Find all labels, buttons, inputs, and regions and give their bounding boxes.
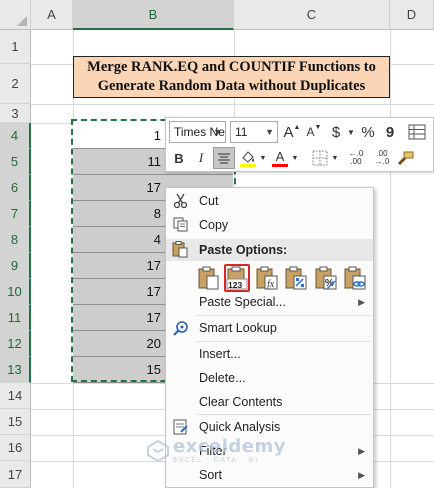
chevron-down-icon: ▼ [265, 127, 274, 137]
align-center-icon [218, 153, 230, 164]
chevron-right-icon: ▶ [358, 469, 365, 480]
paste-button[interactable] [196, 264, 222, 292]
percent-button[interactable]: % [358, 122, 378, 142]
chevron-down-icon[interactable]: ▼ [331, 149, 339, 167]
paint-bucket-icon [240, 151, 256, 167]
font-color-button[interactable]: A [270, 147, 290, 169]
menu-item-sort[interactable]: Sort ▶ [166, 463, 373, 487]
paste-transpose-button[interactable] [283, 264, 309, 292]
grow-font-button[interactable]: A ▲ [282, 122, 302, 142]
format-painter-button[interactable] [394, 147, 416, 169]
column-header-a[interactable]: A [31, 0, 73, 30]
paste-clipboard-icon [198, 266, 219, 290]
gridline [31, 104, 434, 105]
row-header-17[interactable]: 17 [0, 461, 31, 488]
font-name-dropdown[interactable]: Times Ne ▼ [169, 121, 226, 143]
paste-link-button[interactable] [342, 264, 368, 292]
column-header-d[interactable]: D [390, 0, 434, 30]
borders-icon [312, 150, 328, 166]
clipboard-icon [172, 241, 188, 261]
italic-button[interactable]: I [191, 147, 211, 169]
row-header-15[interactable]: 15 [0, 409, 31, 435]
paste-formulas-icon: fx [256, 266, 278, 290]
svg-text:fx: fx [267, 279, 275, 290]
column-header-b[interactable]: B [73, 0, 234, 30]
row-header-10[interactable]: 10 [0, 279, 31, 305]
menu-item-paste-special[interactable]: Paste Special... ▶ [166, 290, 373, 314]
align-center-button[interactable] [213, 147, 235, 169]
decrease-decimal-button[interactable]: .00 →.0 [370, 147, 394, 169]
comma-style-button[interactable]: 9 [380, 122, 400, 142]
chevron-down-icon: ▼ [213, 127, 222, 137]
paste-values-button[interactable]: 123 [224, 264, 250, 292]
fill-color-button[interactable] [238, 147, 258, 169]
chevron-down-icon[interactable]: ▼ [346, 124, 356, 140]
borders-button[interactable] [310, 147, 330, 169]
row-header-16[interactable]: 16 [0, 435, 31, 461]
bold-button[interactable]: B [169, 147, 189, 169]
scissors-icon [172, 192, 190, 210]
row-header-5[interactable]: 5 [0, 149, 31, 175]
quick-analysis-icon [172, 418, 190, 436]
paste-percent-icon: % [315, 266, 337, 290]
row-header-6[interactable]: 6 [0, 175, 31, 201]
paste-transpose-icon [285, 266, 307, 290]
row-header-8[interactable]: 8 [0, 227, 31, 253]
paste-formatting-button[interactable]: % [313, 264, 339, 292]
select-all-corner[interactable] [0, 0, 31, 30]
menu-item-insert[interactable]: Insert... [166, 342, 373, 366]
menu-item-copy[interactable]: Copy [166, 213, 373, 237]
exceldemy-watermark: exceldemy EXCEL · DATA · BI [146, 438, 286, 464]
chevron-right-icon: ▶ [358, 445, 365, 456]
format-table-icon[interactable] [406, 122, 428, 142]
column-header-c[interactable]: C [234, 0, 390, 30]
menu-item-delete[interactable]: Delete... [166, 366, 373, 390]
row-header-12[interactable]: 12 [0, 331, 31, 357]
row-header-13[interactable]: 13 [0, 357, 31, 383]
copy-icon [172, 216, 190, 234]
gridline [390, 30, 391, 488]
increase-decimal-button[interactable]: ←.0.00 [344, 147, 368, 169]
row-header-9[interactable]: 9 [0, 253, 31, 279]
font-size-dropdown[interactable]: 11 ▼ [230, 121, 278, 143]
paste-formulas-button[interactable]: fx [254, 264, 280, 292]
row-header-11[interactable]: 11 [0, 305, 31, 331]
chevron-right-icon: ▶ [358, 296, 365, 307]
row-header-1[interactable]: 1 [0, 30, 31, 64]
title-line-2: Generate Random Data without Duplicates [97, 78, 366, 94]
exceldemy-logo-icon [147, 439, 169, 463]
menu-item-clear-contents[interactable]: Clear Contents [166, 390, 373, 414]
chevron-down-icon[interactable]: ▼ [291, 149, 299, 167]
row-header-4[interactable]: 4 [0, 123, 31, 149]
row-header-3[interactable]: 3 [0, 104, 31, 123]
title-line-1: Merge RANK.EQ and COUNTIF Functions to [87, 59, 376, 75]
currency-button[interactable]: $ [326, 122, 346, 142]
menu-item-smart-lookup[interactable]: Smart Lookup [166, 316, 373, 340]
shrink-font-button[interactable]: A ▼ [304, 122, 324, 142]
paste-options-header: Paste Options: [166, 239, 373, 261]
row-header-14[interactable]: 14 [0, 383, 31, 409]
row-header-2[interactable]: 2 [0, 64, 31, 104]
row-header-7[interactable]: 7 [0, 201, 31, 227]
paintbrush-icon [397, 151, 414, 166]
smart-lookup-icon [172, 319, 190, 337]
chevron-down-icon[interactable]: ▼ [259, 149, 267, 167]
menu-item-cut[interactable]: Cut [166, 189, 373, 213]
title-cell[interactable]: Merge RANK.EQ and COUNTIF Functions to G… [73, 56, 390, 98]
mini-toolbar: Times Ne ▼ 11 ▼ A ▲ A ▼ $ ▼ % 9 B I ▼ A ▼ … [165, 117, 434, 172]
paste-link-icon [344, 266, 366, 290]
paste-values-label: 123 [228, 280, 243, 290]
